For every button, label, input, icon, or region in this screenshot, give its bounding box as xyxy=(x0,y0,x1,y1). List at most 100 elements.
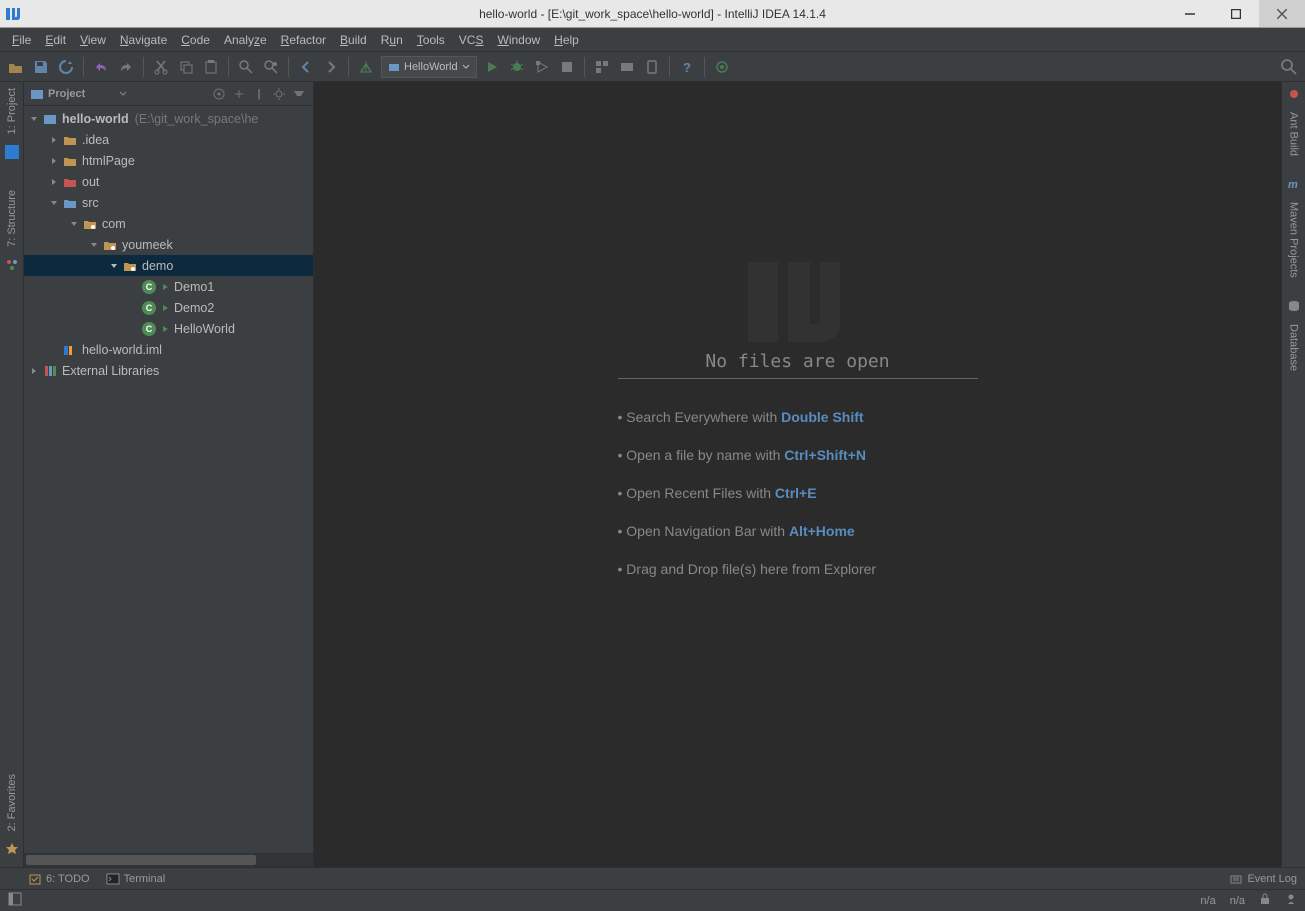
avd-manager-icon[interactable] xyxy=(642,57,662,77)
tree-node-demo2[interactable]: C Demo2 xyxy=(24,297,313,318)
library-icon xyxy=(42,363,58,379)
menu-help[interactable]: Help xyxy=(548,31,585,49)
tool-window-ant[interactable]: Ant Build xyxy=(1286,106,1302,162)
menu-edit[interactable]: Edit xyxy=(39,31,72,49)
chevron-down-icon[interactable] xyxy=(119,90,127,98)
replace-icon[interactable] xyxy=(261,57,281,77)
stop-icon[interactable] xyxy=(557,57,577,77)
menu-navigate[interactable]: Navigate xyxy=(114,31,173,49)
chevron-right-icon[interactable] xyxy=(48,155,60,167)
menu-build[interactable]: Build xyxy=(334,31,373,49)
find-icon[interactable] xyxy=(236,57,256,77)
window-title: hello-world - [E:\git_work_space\hello-w… xyxy=(479,7,826,21)
hector-icon[interactable] xyxy=(1285,893,1297,908)
search-everywhere-icon[interactable] xyxy=(1279,57,1299,77)
menu-analyze[interactable]: Analyze xyxy=(218,31,273,49)
help-icon[interactable]: ? xyxy=(677,57,697,77)
tree-node-demo[interactable]: demo xyxy=(24,255,313,276)
sdk-manager-icon[interactable] xyxy=(617,57,637,77)
left-tool-window-bar: 1: Project 7: Structure 2: Favorites xyxy=(0,82,24,867)
menu-vcs[interactable]: VCS xyxy=(453,31,490,49)
tool-window-structure[interactable]: 7: Structure xyxy=(4,184,20,253)
class-icon: C xyxy=(142,279,158,295)
tool-window-event-log[interactable]: Event Log xyxy=(1229,872,1297,886)
tree-node-idea[interactable]: .idea xyxy=(24,129,313,150)
redo-icon[interactable] xyxy=(116,57,136,77)
back-icon[interactable] xyxy=(296,57,316,77)
paste-icon[interactable] xyxy=(201,57,221,77)
collapse-all-icon[interactable] xyxy=(231,86,247,102)
package-icon xyxy=(82,216,98,232)
make-project-icon[interactable] xyxy=(356,57,376,77)
menu-run[interactable]: Run xyxy=(375,31,409,49)
tree-node-external-libraries[interactable]: External Libraries xyxy=(24,360,313,381)
package-icon xyxy=(122,258,138,274)
chevron-down-icon[interactable] xyxy=(108,260,120,272)
hide-icon[interactable] xyxy=(291,86,307,102)
menu-view[interactable]: View xyxy=(74,31,112,49)
status-tool-windows-icon[interactable] xyxy=(8,892,22,909)
cut-icon[interactable] xyxy=(151,57,171,77)
project-view-icon xyxy=(30,87,44,101)
debug-icon[interactable] xyxy=(507,57,527,77)
gear-icon[interactable] xyxy=(271,86,287,102)
horizontal-scrollbar[interactable] xyxy=(24,853,313,867)
tree-label: demo xyxy=(142,259,173,273)
menu-file[interactable]: File xyxy=(6,31,37,49)
separator xyxy=(228,57,229,77)
menu-refactor[interactable]: Refactor xyxy=(275,31,332,49)
tree-node-youmeek[interactable]: youmeek xyxy=(24,234,313,255)
tool-window-project[interactable]: 1: Project xyxy=(4,82,20,140)
run-configuration-selector[interactable]: HelloWorld xyxy=(381,56,477,78)
run-mark-icon xyxy=(162,325,170,333)
chevron-down-icon[interactable] xyxy=(28,113,40,125)
scrollbar-thumb[interactable] xyxy=(26,855,256,865)
tool-window-favorites[interactable]: 2: Favorites xyxy=(4,768,20,837)
tool-window-maven[interactable]: Maven Projects xyxy=(1286,196,1302,284)
terminal-icon xyxy=(106,872,120,886)
tree-node-htmlpage[interactable]: htmlPage xyxy=(24,150,313,171)
tree-node-root[interactable]: hello-world (E:\git_work_space\he xyxy=(24,108,313,129)
menu-code[interactable]: Code xyxy=(175,31,216,49)
svg-text:?: ? xyxy=(683,60,691,75)
tree-node-iml[interactable]: hello-world.iml xyxy=(24,339,313,360)
chevron-down-icon[interactable] xyxy=(48,197,60,209)
chevron-down-icon[interactable] xyxy=(88,239,100,251)
save-all-icon[interactable] xyxy=(31,57,51,77)
sync-icon[interactable] xyxy=(56,57,76,77)
tree-node-out[interactable]: out xyxy=(24,171,313,192)
close-button[interactable] xyxy=(1259,0,1305,27)
chevron-right-icon[interactable] xyxy=(28,365,40,377)
jrebel-icon[interactable] xyxy=(712,57,732,77)
maximize-button[interactable] xyxy=(1213,0,1259,27)
todo-icon xyxy=(28,872,42,886)
minimize-button[interactable] xyxy=(1167,0,1213,27)
tree-node-demo1[interactable]: C Demo1 xyxy=(24,276,313,297)
forward-icon[interactable] xyxy=(321,57,341,77)
tree-node-com[interactable]: com xyxy=(24,213,313,234)
chevron-right-icon[interactable] xyxy=(48,176,60,188)
hint-item: Open a file by name with Ctrl+Shift+N xyxy=(618,447,978,463)
toolbar: HelloWorld ? xyxy=(0,52,1305,82)
tree-node-src[interactable]: src xyxy=(24,192,313,213)
coverage-icon[interactable] xyxy=(532,57,552,77)
tool-window-todo[interactable]: 6: TODO xyxy=(28,872,90,886)
copy-icon[interactable] xyxy=(176,57,196,77)
scroll-from-source-icon[interactable] xyxy=(211,86,227,102)
menu-window[interactable]: Window xyxy=(491,31,546,49)
tool-window-database[interactable]: Database xyxy=(1286,318,1302,377)
chevron-down-icon[interactable] xyxy=(68,218,80,230)
tool-window-terminal[interactable]: Terminal xyxy=(106,872,166,886)
menu-tools[interactable]: Tools xyxy=(411,31,451,49)
open-icon[interactable] xyxy=(6,57,26,77)
tree-node-helloworld[interactable]: C HelloWorld xyxy=(24,318,313,339)
project-tree[interactable]: hello-world (E:\git_work_space\he .idea … xyxy=(24,106,313,853)
tree-label: External Libraries xyxy=(62,364,159,378)
tree-label: HelloWorld xyxy=(174,322,235,336)
run-config-label: HelloWorld xyxy=(404,61,458,73)
chevron-right-icon[interactable] xyxy=(48,134,60,146)
project-structure-icon[interactable] xyxy=(592,57,612,77)
lock-icon[interactable] xyxy=(1259,893,1271,908)
undo-icon[interactable] xyxy=(91,57,111,77)
run-icon[interactable] xyxy=(482,57,502,77)
